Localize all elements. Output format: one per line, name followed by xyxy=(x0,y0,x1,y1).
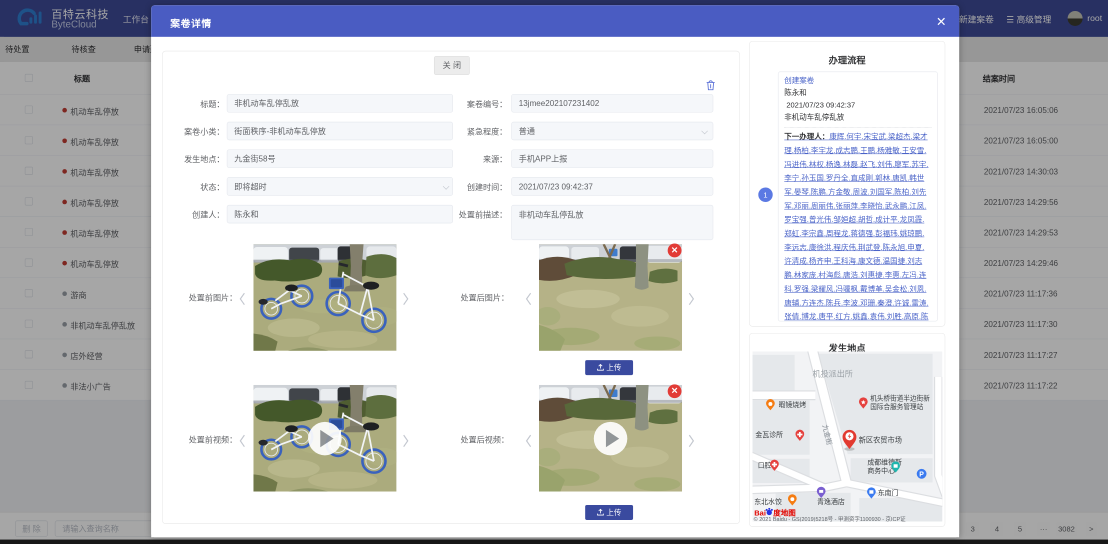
svg-text:口腔: 口腔 xyxy=(758,460,772,469)
svg-text:机投派出所: 机投派出所 xyxy=(813,368,853,378)
svg-text:Bai: Bai xyxy=(754,508,766,517)
svg-text:国际合服务管理站: 国际合服务管理站 xyxy=(870,402,923,411)
svg-text:暇镜烧烤: 暇镜烧烤 xyxy=(778,400,806,409)
svg-text:新区农贸市场: 新区农贸市场 xyxy=(859,436,902,445)
svg-text:青逸酒店: 青逸酒店 xyxy=(817,497,845,506)
svg-text:东北水饺: 东北水饺 xyxy=(754,497,782,506)
svg-text:P: P xyxy=(919,472,924,479)
svg-text:东南门: 东南门 xyxy=(878,488,899,497)
svg-text:度地图: 度地图 xyxy=(773,507,796,517)
svg-text:机头桥街道半边街新: 机头桥街道半边街新 xyxy=(870,393,930,402)
svg-text:商务中心: 商务中心 xyxy=(867,466,895,475)
svg-text:金瓦诊所: 金瓦诊所 xyxy=(755,430,783,439)
